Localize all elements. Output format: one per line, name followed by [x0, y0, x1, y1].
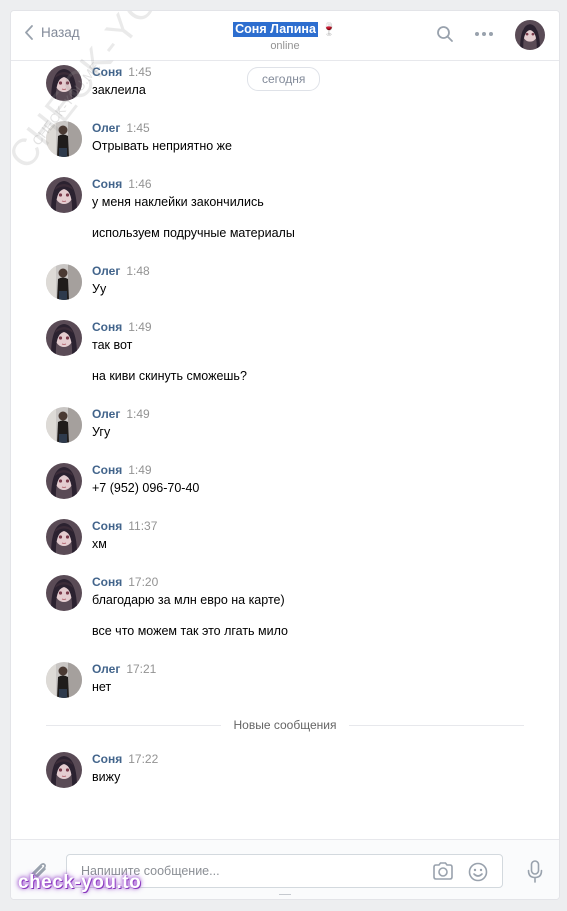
message-text: +7 (952) 096-70-40 [92, 481, 200, 495]
message-feed[interactable]: сегодня Соня 1:45 заклеила Олег 1:45 Отрывать… [11, 61, 559, 839]
avatar[interactable] [46, 121, 82, 157]
resize-handle[interactable] [279, 894, 291, 899]
message-meta: Соня 17:20 [92, 575, 512, 589]
message-time[interactable]: 11:37 [128, 519, 157, 533]
message-text: на киви скинуть сможешь? [92, 369, 247, 383]
more-icon[interactable] [474, 27, 494, 46]
message-text: Уу [92, 282, 107, 296]
message-body: Олег 1:49 Угу [92, 407, 512, 440]
message-text: используем подручные материалы [92, 226, 295, 240]
message-meta: Соня 1:46 [92, 177, 512, 191]
smile-icon[interactable] [468, 862, 488, 887]
message-input[interactable] [79, 863, 413, 879]
message-text: Отрывать неприятно же [92, 139, 232, 153]
avatar[interactable] [46, 575, 82, 611]
message-meta: Олег 1:48 [92, 264, 512, 278]
message-input-field[interactable] [66, 854, 503, 888]
message-author[interactable]: Соня [92, 752, 122, 766]
message-body: Соня 1:46 у меня наклейки закончились испол… [92, 177, 512, 241]
message-time[interactable]: 1:46 [128, 177, 151, 191]
avatar[interactable] [46, 320, 82, 356]
message-time[interactable]: 17:20 [128, 575, 158, 589]
message-body: Соня 17:22 вижу [92, 752, 512, 785]
message-time[interactable]: 1:45 [128, 65, 151, 79]
message-time[interactable]: 1:49 [128, 463, 151, 477]
message-author[interactable]: Соня [92, 65, 122, 79]
message-text: благодарю за млн евро на карте) [92, 593, 285, 607]
contact-avatar[interactable] [515, 20, 545, 50]
message-text: Угу [92, 425, 111, 439]
avatar[interactable] [46, 752, 82, 788]
message-text: все что можем так это лгать мило [92, 624, 289, 638]
composer-bar [11, 839, 559, 899]
message-time[interactable]: 17:21 [126, 662, 156, 676]
message-author[interactable]: Олег [92, 407, 120, 421]
message-author[interactable]: Соня [92, 177, 122, 191]
new-messages-divider: Новые сообщения [46, 718, 524, 732]
message-text: нет [92, 680, 112, 694]
message-time[interactable]: 1:49 [126, 407, 149, 421]
message-text: хм [92, 537, 107, 551]
message-meta: Соня 1:49 [92, 320, 512, 334]
message-text: так вот [92, 338, 133, 352]
avatar[interactable] [46, 662, 82, 698]
message-body: Олег 1:45 Отрывать неприятно же [92, 121, 512, 154]
avatar[interactable] [46, 407, 82, 443]
message-meta: Соня 11:37 [92, 519, 512, 533]
new-messages-label: Новые сообщения [46, 718, 524, 732]
message-meta: Олег 1:45 [92, 121, 512, 135]
avatar[interactable] [46, 519, 82, 555]
message-author[interactable]: Соня [92, 320, 122, 334]
message-author[interactable]: Олег [92, 264, 120, 278]
message-author[interactable]: Соня [92, 463, 122, 477]
message-body: Олег 17:21 нет [92, 662, 512, 695]
message-body: Соня 1:49 так вот на киви скинуть сможешь? [92, 320, 512, 384]
search-icon[interactable] [436, 25, 454, 48]
message-text: вижу [92, 770, 121, 784]
message-meta: Олег 1:49 [92, 407, 512, 421]
message-text: у меня наклейки закончились [92, 195, 264, 209]
avatar[interactable] [46, 177, 82, 213]
message-body: Олег 1:48 Уу [92, 264, 512, 297]
paperclip-icon[interactable] [29, 860, 49, 887]
message-body: Соня 1:49 +7 (952) 096-70-40 [92, 463, 512, 496]
avatar[interactable] [46, 264, 82, 300]
message-time[interactable]: 1:45 [126, 121, 149, 135]
message-author[interactable]: Олег [92, 121, 120, 135]
camera-icon[interactable] [432, 862, 454, 885]
avatar[interactable] [46, 463, 82, 499]
message-body: Соня 11:37 хм [92, 519, 512, 552]
message-body: Соня 17:20 благодарю за млн евро на карте)… [92, 575, 512, 639]
message-author[interactable]: Соня [92, 519, 122, 533]
message-meta: Соня 17:22 [92, 752, 512, 766]
message-author[interactable]: Олег [92, 662, 120, 676]
wine-glass-icon: 🍷 [321, 22, 337, 36]
new-messages-text: Новые сообщения [223, 718, 347, 732]
message-author[interactable]: Соня [92, 575, 122, 589]
message-meta: Олег 17:21 [92, 662, 512, 676]
message-meta: Соня 1:45 [92, 65, 512, 79]
message-body: Соня 1:45 заклеила [92, 65, 512, 98]
microphone-icon[interactable] [527, 860, 543, 889]
chat-window: Назад Соня Лапина 🍷 online сегодня Соня 1:… [10, 10, 560, 900]
message-time[interactable]: 1:48 [126, 264, 149, 278]
chat-title[interactable]: Соня Лапина [233, 22, 318, 37]
message-time[interactable]: 17:22 [128, 752, 158, 766]
message-time[interactable]: 1:49 [128, 320, 151, 334]
avatar[interactable] [46, 65, 82, 101]
chat-header: Назад Соня Лапина 🍷 online [11, 11, 559, 61]
message-text: заклеила [92, 83, 146, 97]
message-meta: Соня 1:49 [92, 463, 512, 477]
